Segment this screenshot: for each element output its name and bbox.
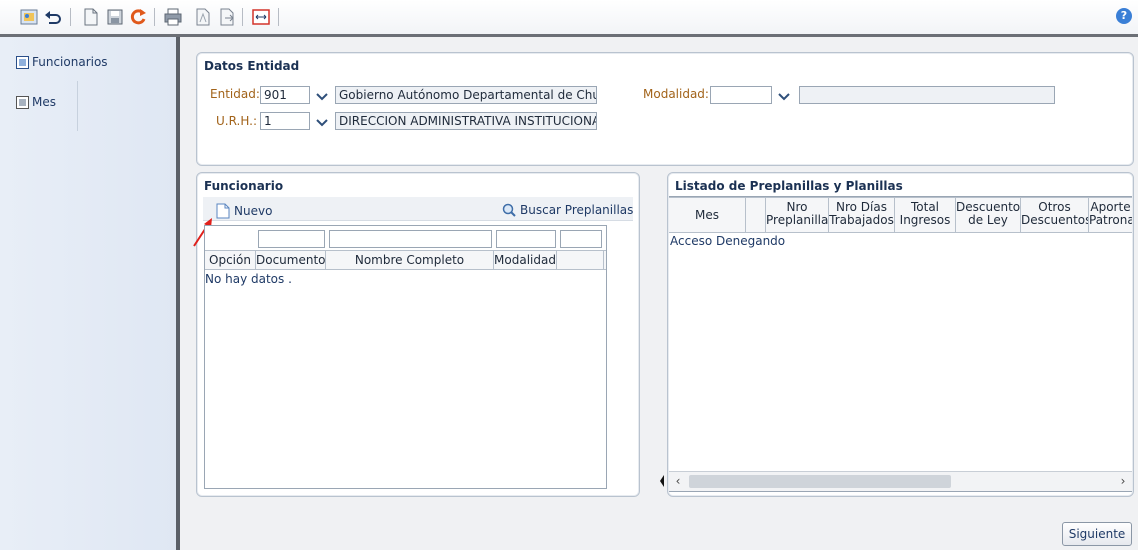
extra-filter-input[interactable] (560, 230, 602, 248)
column-header-line: Trabajados (829, 213, 894, 227)
column-header-descuentos-ley[interactable]: Descuentos de Ley (956, 198, 1021, 232)
export-icon[interactable] (216, 6, 238, 28)
page-icon (16, 55, 29, 69)
pdf-icon[interactable] (192, 6, 214, 28)
tree-connector (77, 81, 78, 131)
datos-entidad-panel: Datos Entidad Entidad: 901 Gobierno Autó… (196, 52, 1134, 166)
modalidad-label: Modalidad: (643, 87, 709, 101)
sidebar-item-label: Funcionarios (32, 55, 108, 69)
new-doc-icon[interactable] (80, 6, 102, 28)
toolbar-separator (242, 8, 243, 26)
column-header-otros-descuentos[interactable]: Otros Descuentos (1021, 198, 1089, 232)
column-header-nombre[interactable]: Nombre Completo (326, 251, 494, 269)
column-header-line: Otros (1038, 200, 1071, 214)
entidad-label: Entidad: (210, 87, 260, 101)
column-header-line: Nro (786, 200, 808, 214)
image-icon[interactable] (18, 6, 40, 28)
filter-row (205, 226, 606, 250)
urh-code-field[interactable]: 1 (260, 112, 310, 130)
chevron-down-icon[interactable] (313, 114, 331, 132)
main-toolbar: ? (0, 0, 1138, 34)
funcionario-panel: Funcionario Nuevo Buscar Preplanillas Op… (193, 172, 640, 497)
search-preplanillas-button[interactable]: Buscar Preplanillas (502, 203, 633, 217)
column-header-modalidad[interactable]: Modalidad (494, 251, 557, 269)
horizontal-scrollbar[interactable]: ‹ › (669, 471, 1132, 491)
wide-icon[interactable] (250, 6, 272, 28)
column-header-line: de Ley (968, 213, 1008, 227)
save-icon[interactable] (104, 6, 126, 28)
column-header-line: Aporte (1090, 200, 1131, 214)
column-header-line: Total (910, 200, 940, 214)
modalidad-name-field (799, 86, 1055, 104)
funcionario-grid: Opción Documento Nombre Completo Modalid… (204, 225, 607, 489)
panel-title: Listado de Preplanillas y Planillas (675, 179, 903, 193)
column-header-line: Patronal (1089, 213, 1132, 227)
column-header-mes[interactable]: Mes (669, 198, 746, 232)
grid-header-row: Mes Nro Preplanilla Nro Días Trabajados To… (669, 197, 1132, 233)
scroll-left-icon[interactable]: ‹ (669, 472, 687, 490)
modalidad-filter-input[interactable] (496, 230, 556, 248)
entidad-name-field: Gobierno Autónomo Departamental de Chuqu… (335, 86, 597, 104)
column-header-line: Nro Días (836, 200, 887, 214)
page-icon (16, 95, 29, 109)
access-denied-message: Acceso Denegando (670, 234, 786, 248)
documento-filter-input[interactable] (258, 230, 325, 248)
empty-message: No hay datos . (205, 272, 292, 286)
column-header-opcion[interactable]: Opción (205, 251, 256, 269)
urh-name-field: DIRECCION ADMINISTRATIVA INSTITUCIONA (335, 112, 597, 130)
main-content: Datos Entidad Entidad: 901 Gobierno Autó… (180, 37, 1138, 550)
refresh-icon[interactable] (128, 6, 150, 28)
listado-panel: Listado de Preplanillas y Planillas Mes … (667, 172, 1134, 497)
chevron-down-icon[interactable] (775, 88, 793, 106)
column-header-nro-dias[interactable]: Nro Días Trabajados (829, 198, 895, 232)
toolbar-separator (278, 8, 279, 26)
column-header-line: Ingresos (899, 213, 951, 227)
nombre-filter-input[interactable] (329, 230, 492, 248)
sidebar-item-mes[interactable]: Mes (16, 93, 56, 111)
column-header-documento[interactable]: Documento (256, 251, 326, 269)
undo-icon[interactable] (42, 6, 64, 28)
toolbar-separator (70, 8, 71, 26)
next-button[interactable]: Siguiente (1062, 522, 1132, 546)
column-header-nro-preplanilla[interactable]: Nro Preplanilla (766, 198, 829, 232)
toolbar-separator (154, 8, 155, 26)
column-header-line: Preplanilla (766, 213, 829, 227)
new-doc-icon (216, 203, 230, 219)
new-button-label: Nuevo (234, 204, 273, 218)
column-header-aporte-patronal[interactable]: AportePatronal (1089, 198, 1132, 232)
column-header-extra[interactable] (557, 251, 604, 269)
column-header-blank[interactable] (746, 198, 766, 232)
column-header-line: Descuentos (1021, 213, 1089, 227)
modalidad-code-field[interactable] (710, 86, 772, 104)
listado-grid: Mes Nro Preplanilla Nro Días Trabajados To… (669, 196, 1132, 492)
panel-title: Datos Entidad (204, 59, 300, 73)
sidebar-item-label: Mes (32, 95, 56, 109)
sidebar-item-funcionarios[interactable]: Funcionarios (16, 53, 108, 71)
collapse-left-icon[interactable] (659, 474, 665, 488)
search-preplanillas-label: Buscar Preplanillas (520, 203, 634, 217)
entidad-code-field[interactable]: 901 (260, 86, 310, 104)
column-header-total-ingresos[interactable]: Total Ingresos (895, 198, 956, 232)
scrollbar-thumb[interactable] (689, 475, 951, 488)
panel-title: Funcionario (204, 179, 284, 193)
help-icon[interactable]: ? (1116, 8, 1132, 24)
chevron-down-icon[interactable] (313, 88, 331, 106)
urh-label: U.R.H.: (216, 114, 257, 128)
column-header-line: Descuentos (956, 200, 1021, 214)
magnifier-icon (502, 203, 516, 217)
grid-header-row: Opción Documento Nombre Completo Modalid… (205, 250, 606, 270)
scroll-right-icon[interactable]: › (1114, 472, 1132, 490)
new-button[interactable]: Nuevo (216, 203, 272, 219)
print-icon[interactable] (162, 6, 184, 28)
sidebar: Funcionarios Mes (0, 37, 176, 550)
